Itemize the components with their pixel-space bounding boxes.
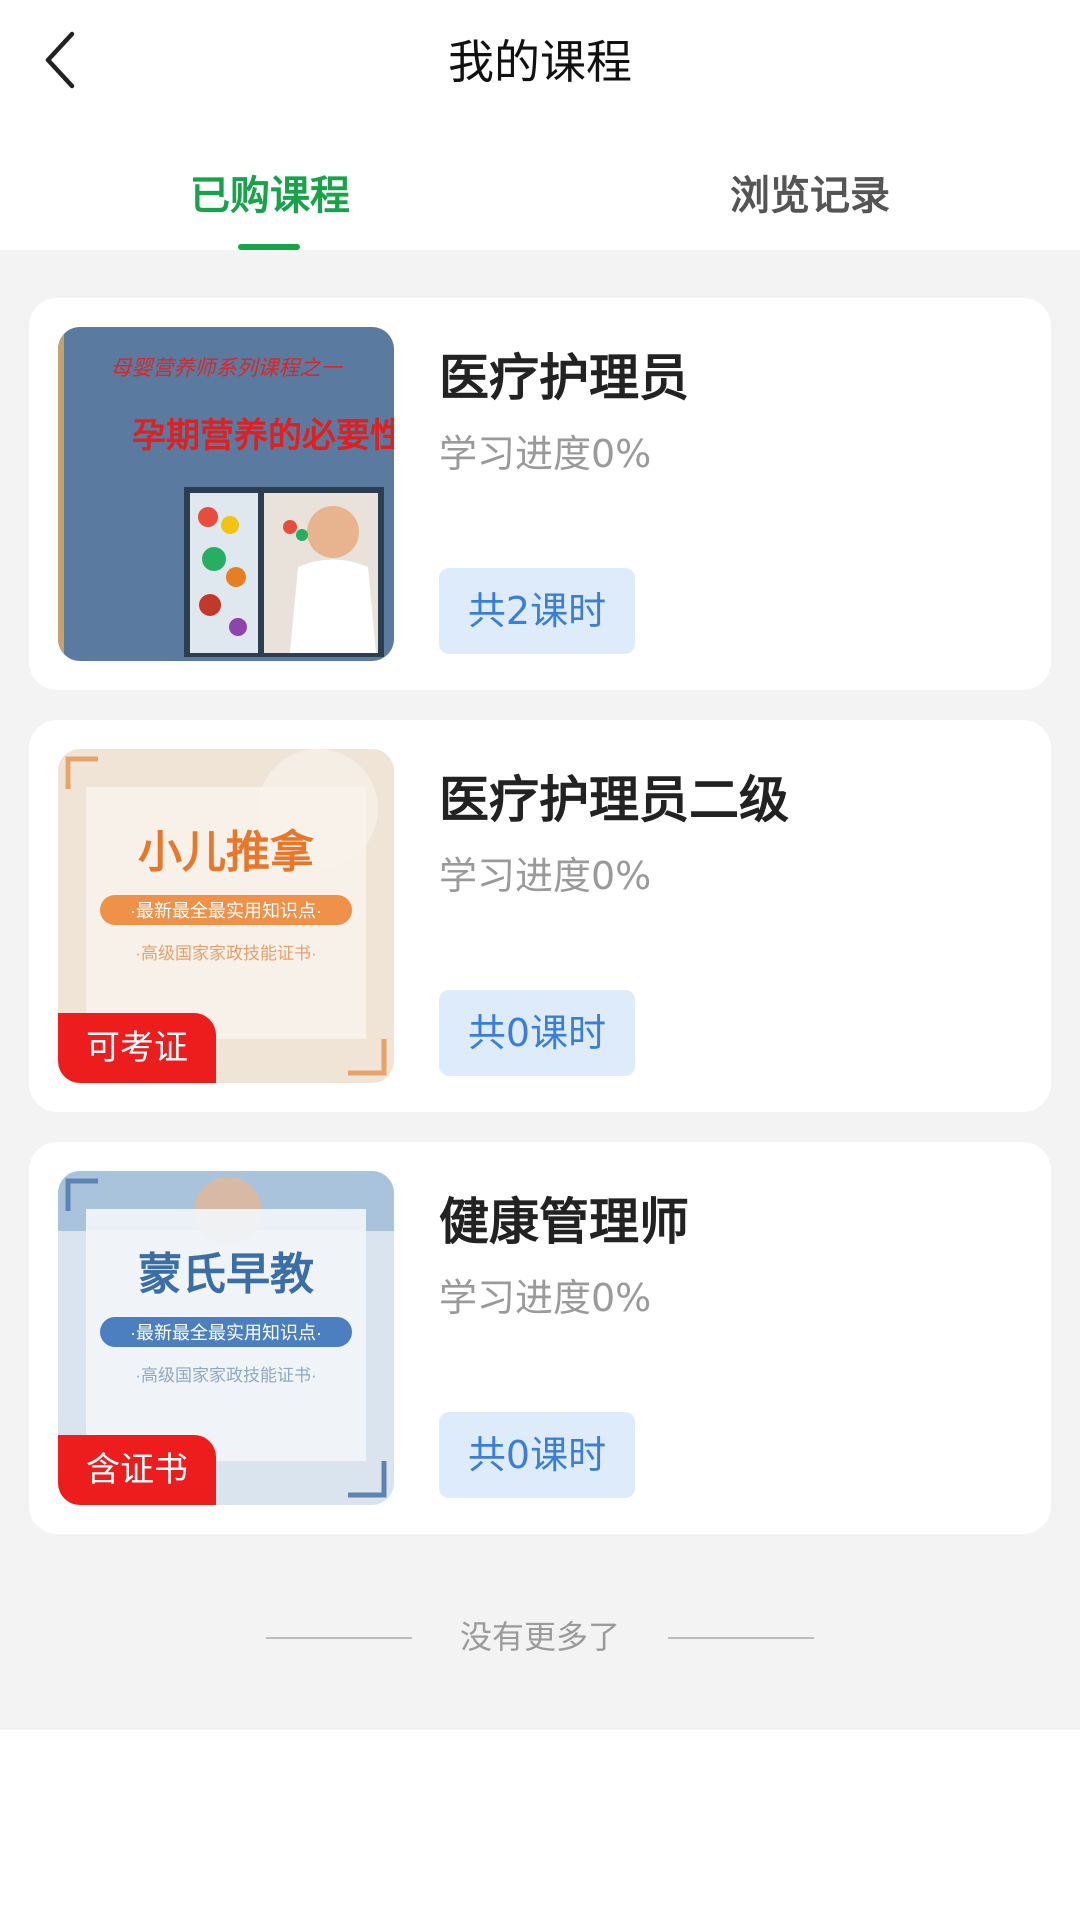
end-of-list-text: 没有更多了 <box>459 1618 620 1656</box>
thumb-main-text: 小儿推拿 <box>138 827 314 877</box>
course-card[interactable]: 蒙氏早教 ·最新最全最实用知识点· ·高级国家家政技能证书· 含证书 健康管理师… <box>29 1142 1051 1534</box>
tab-purchased-courses[interactable]: 已购课程 <box>0 115 540 250</box>
lesson-count-chip[interactable]: 共0课时 <box>439 990 635 1076</box>
course-progress: 学习进度0% <box>439 1276 652 1320</box>
thumb-note-text: ·高级国家家政技能证书· <box>135 944 316 963</box>
divider-line-right <box>668 1637 814 1639</box>
tab-label: 浏览记录 <box>730 173 890 219</box>
course-progress: 学习进度0% <box>439 854 652 898</box>
course-list: 母婴营养师系列课程之一 孕期营养的必要性 医疗护理员 学习进度0% 共2课时 小… <box>0 250 1080 1730</box>
course-progress: 学习进度0% <box>439 432 652 476</box>
thumb-main-text: 蒙氏早教 <box>138 1250 314 1299</box>
thumb-top-text: 母婴营养师系列课程之一 <box>111 356 344 380</box>
lesson-count-chip[interactable]: 共2课时 <box>439 568 635 654</box>
lesson-count-chip[interactable]: 共0课时 <box>439 1412 635 1498</box>
course-card[interactable]: 母婴营养师系列课程之一 孕期营养的必要性 医疗护理员 学习进度0% 共2课时 <box>29 298 1051 690</box>
certificate-badge: 可考证 <box>58 1013 216 1083</box>
page-title: 我的课程 <box>448 35 632 89</box>
thumb-main-text: 孕期营养的必要性 <box>132 416 394 455</box>
thumb-sub-text: ·最新最全最实用知识点· <box>130 1323 322 1343</box>
course-title: 健康管理师 <box>439 1193 689 1251</box>
thumb-note-text: ·高级国家家政技能证书· <box>135 1366 316 1385</box>
course-title: 医疗护理员 <box>439 349 689 407</box>
header-bar: 我的课程 <box>0 0 1080 115</box>
course-thumbnail: 小儿推拿 ·最新最全最实用知识点· ·高级国家家政技能证书· 可考证 <box>58 749 394 1083</box>
tab-label: 已购课程 <box>190 173 350 219</box>
certificate-badge: 含证书 <box>58 1435 216 1505</box>
course-title: 医疗护理员二级 <box>439 771 789 829</box>
course-card[interactable]: 小儿推拿 ·最新最全最实用知识点· ·高级国家家政技能证书· 可考证 医疗护理员… <box>29 720 1051 1112</box>
thumb-sub-text: ·最新最全最实用知识点· <box>130 901 322 921</box>
tab-bar: 已购课程 浏览记录 <box>0 115 1080 250</box>
course-thumbnail: 母婴营养师系列课程之一 孕期营养的必要性 <box>58 327 394 661</box>
course-thumbnail: 蒙氏早教 ·最新最全最实用知识点· ·高级国家家政技能证书· 含证书 <box>58 1171 394 1505</box>
tab-browse-history[interactable]: 浏览记录 <box>540 115 1080 250</box>
